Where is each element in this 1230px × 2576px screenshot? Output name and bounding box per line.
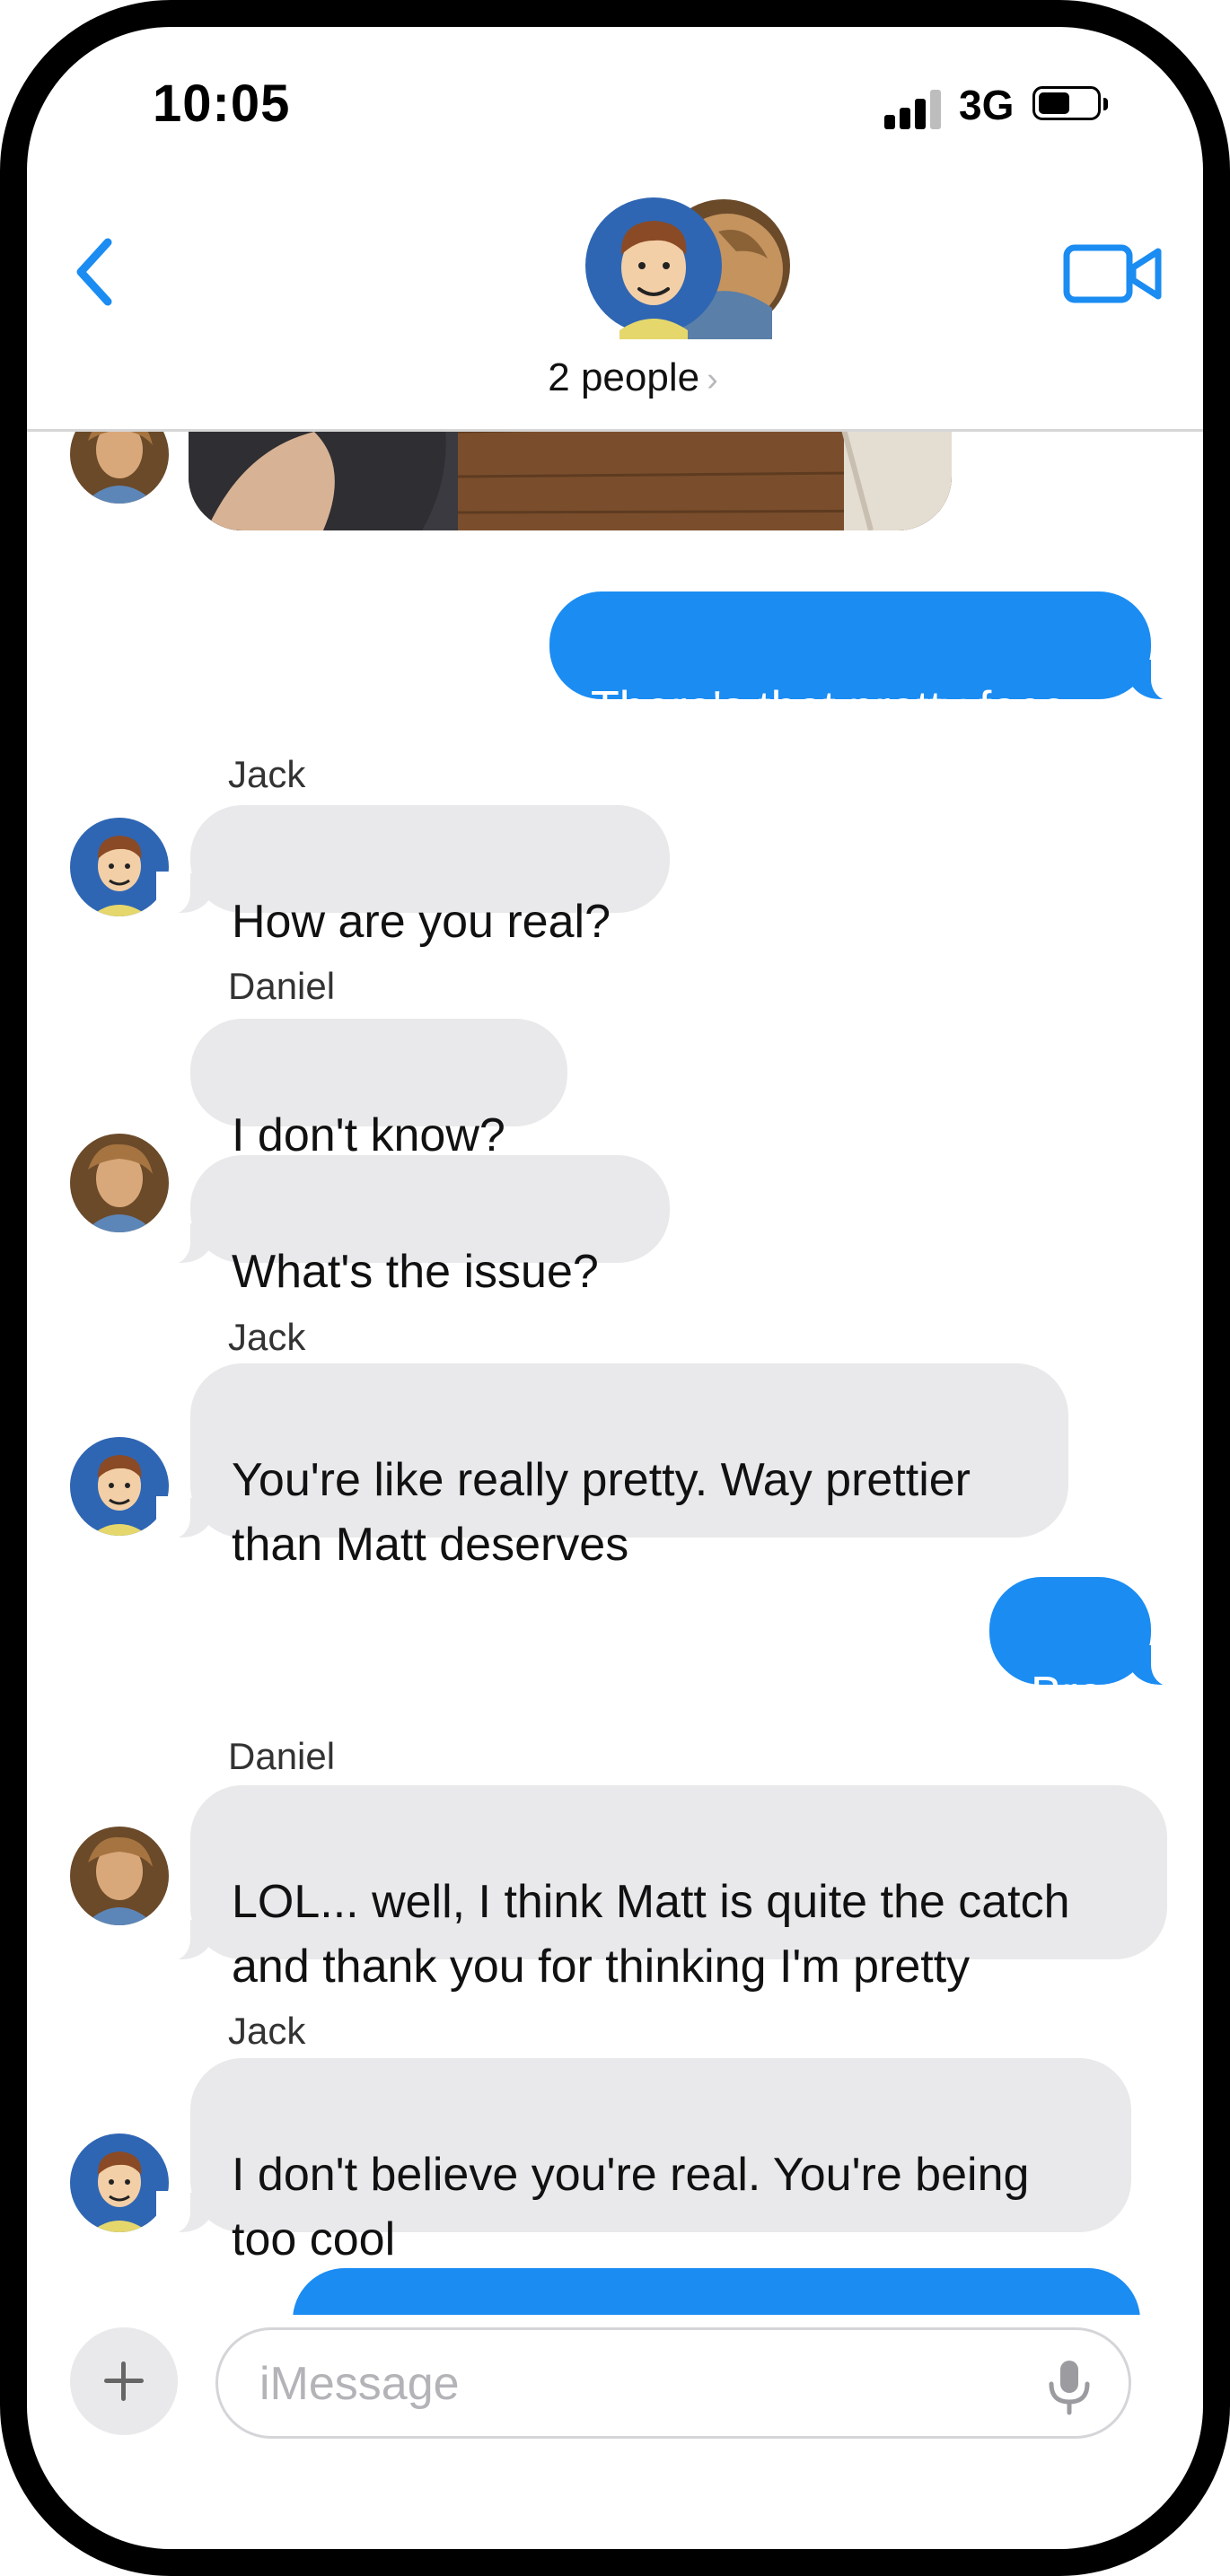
group-avatar[interactable] — [584, 196, 799, 339]
sender-name: Jack — [228, 1316, 306, 1358]
microphone-icon — [1049, 2361, 1090, 2415]
message-bubble-incoming[interactable]: I don't know? — [190, 1019, 567, 1161]
facetime-video-button[interactable] — [1059, 233, 1167, 314]
avatar-jack — [70, 1437, 169, 1536]
avatar-daniel — [70, 432, 169, 504]
shared-photo[interactable] — [189, 432, 952, 530]
add-attachment-button[interactable] — [70, 2327, 178, 2435]
status-time: 10:05 — [153, 74, 291, 133]
message-bubble-incoming[interactable]: How are you real? — [156, 805, 670, 948]
message-text: I don't believe you're real. You're bein… — [232, 2149, 1030, 2265]
avatar-daniel — [70, 1134, 169, 1232]
message-text: There's that pretty face — [591, 682, 1067, 734]
message-bubble-outgoing[interactable]: There's that pretty face — [549, 591, 1185, 734]
video-camera-icon — [1063, 244, 1162, 303]
back-button[interactable] — [63, 223, 135, 321]
message-bubble-incoming[interactable]: I don't believe you're real. You're bein… — [156, 2058, 1131, 2265]
conversation-people-link[interactable]: 2 people › — [521, 355, 745, 400]
phone-frame: 10:05 3G 2 people › There's that pretty … — [0, 0, 1230, 2576]
avatar-jack — [70, 818, 169, 916]
sender-name: Daniel — [228, 965, 336, 1007]
message-bubble-incoming[interactable]: You're like really pretty. Way prettier … — [156, 1363, 1068, 1571]
message-text: I don't know? — [232, 1109, 505, 1161]
chevron-right-icon: › — [707, 361, 718, 399]
avatar-jack — [70, 2134, 169, 2232]
message-bubble-outgoing-partial[interactable] — [293, 2268, 1140, 2315]
sender-name: Jack — [228, 2010, 306, 2052]
people-count-label: 2 people — [548, 355, 700, 399]
message-list[interactable]: There's that pretty face Jack How are yo… — [27, 432, 1203, 2315]
chevron-left-icon — [76, 238, 112, 306]
avatar-daniel — [70, 1827, 169, 1925]
signal-strength-icon — [884, 90, 944, 129]
message-bubble-incoming[interactable]: LOL... well, I think Matt is quite the c… — [156, 1785, 1167, 1993]
sender-name: Daniel — [228, 1735, 336, 1777]
message-text: LOL... well, I think Matt is quite the c… — [232, 1876, 1070, 1993]
message-bubble-outgoing[interactable]: Bro — [989, 1577, 1185, 1720]
message-text: What's the issue? — [232, 1246, 599, 1298]
message-text: How are you real? — [232, 896, 611, 948]
battery-icon — [1032, 86, 1108, 120]
message-text: Bro — [1031, 1668, 1103, 1720]
imessage-input[interactable] — [258, 2350, 997, 2418]
message-bubble-incoming[interactable]: What's the issue? — [156, 1155, 670, 1298]
phone-screen: 10:05 3G 2 people › There's that pretty … — [27, 27, 1203, 2549]
network-type: 3G — [959, 82, 1015, 128]
sender-name: Jack — [228, 753, 306, 795]
imessage-input-container[interactable] — [215, 2327, 1131, 2439]
microphone-button[interactable] — [1044, 2357, 1094, 2416]
message-text: You're like really pretty. Way prettier … — [232, 1454, 971, 1571]
